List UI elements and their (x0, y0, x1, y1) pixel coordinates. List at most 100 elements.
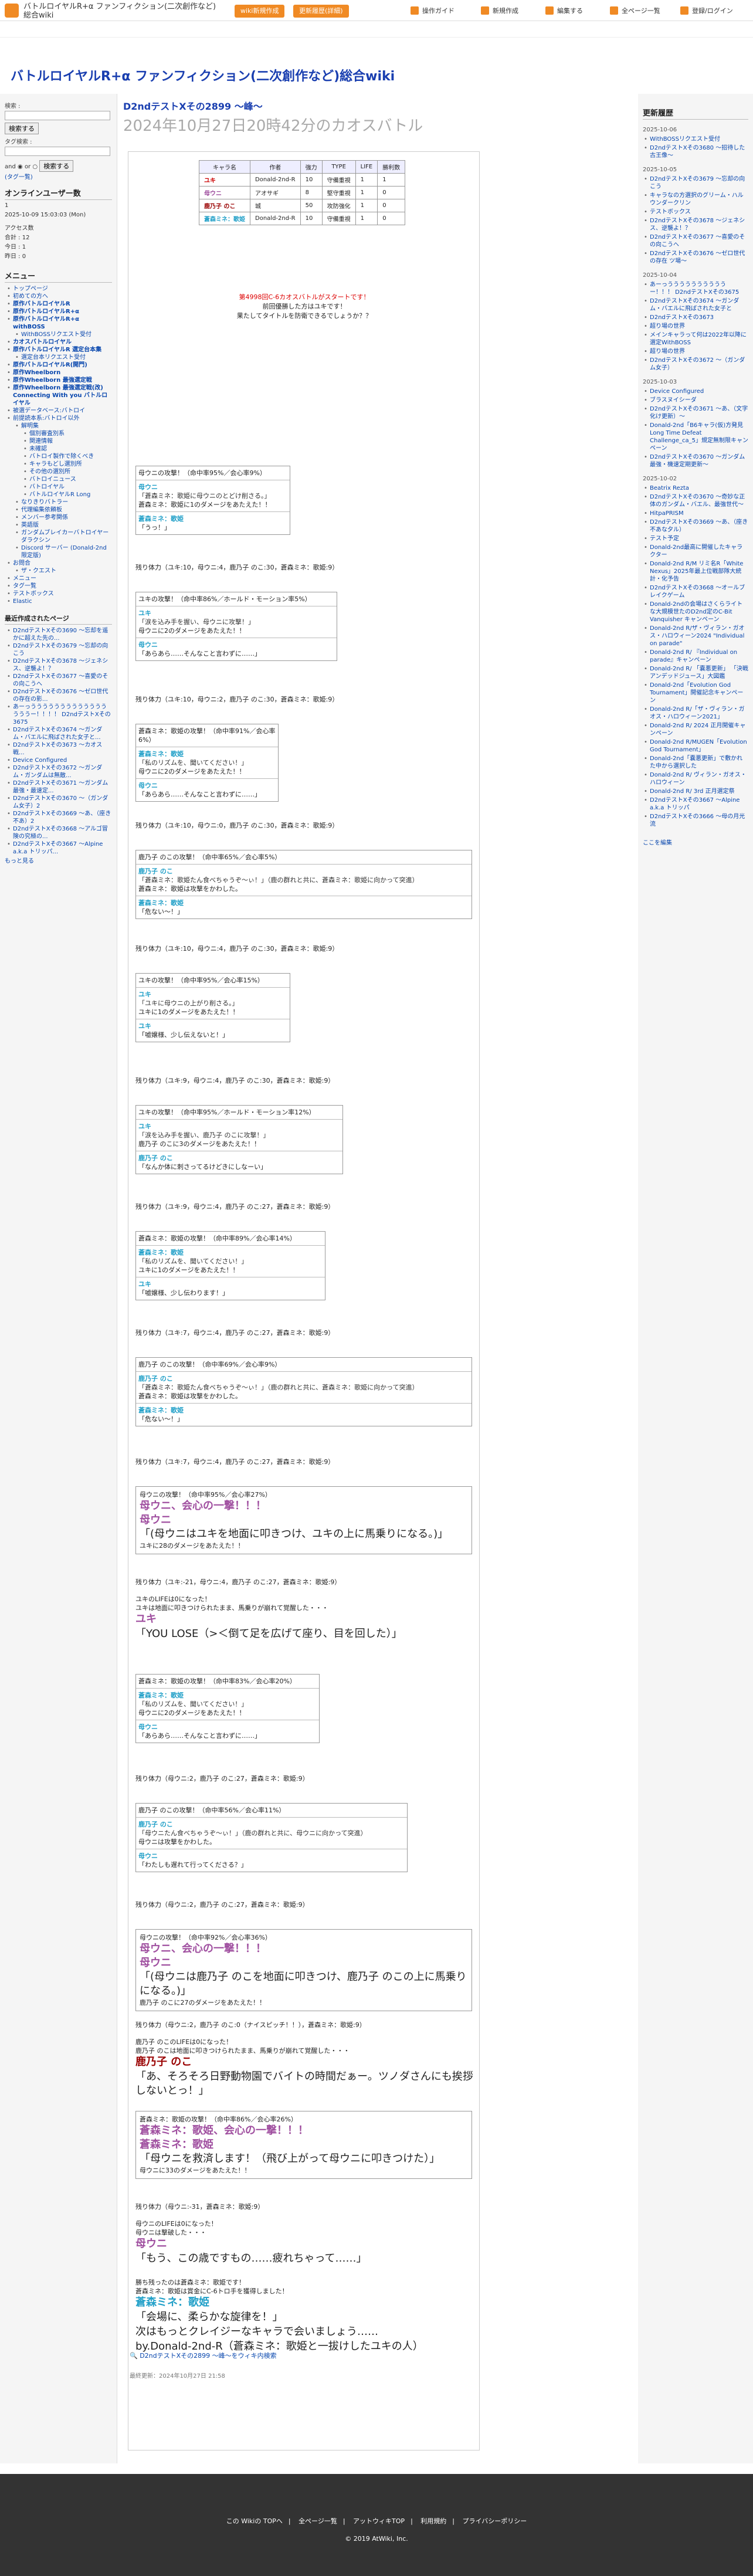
update-item-link[interactable]: あーっううううううううううー！！！ D2ndテストXその3675 (650, 282, 739, 296)
menu-item-link[interactable]: WithBOSSリクエスト受付 (21, 331, 91, 338)
menu-item-link[interactable]: 代理編集依頼板 (21, 507, 62, 513)
update-item-link[interactable]: D2ndテストXその3678 ～ジェネシス、逆襲よ！？ (650, 218, 745, 232)
menu-item-link[interactable]: テストボックス (13, 591, 54, 597)
menu-item-link[interactable]: 原作Wheelborn (13, 370, 60, 376)
footer-link-terms[interactable]: 利用規約 (420, 2517, 446, 2525)
menu-item-link[interactable]: カオスバトルロイヤル (13, 339, 72, 345)
update-item-link[interactable]: キャラなの方選択のグリーム・ハルウンダークリン (650, 192, 744, 206)
menu-item-link[interactable]: 被選データベース:バトロイ (13, 408, 85, 414)
atwiki-logo-icon[interactable] (5, 4, 19, 18)
update-item-link[interactable]: D2ndテストXその3673 (650, 314, 714, 321)
recent-page-link[interactable]: D2ndテストXその3674 ～ガンダム・バエルに飛ばされた女子と... (13, 727, 102, 741)
all-pages-link[interactable]: 全ページ一覧 (610, 5, 660, 18)
tag-list-link[interactable]: (タグ一覧) (5, 174, 33, 181)
menu-item-link[interactable]: メニュー (13, 575, 36, 582)
recent-page-link[interactable]: D2ndテストXその3670 ～（ガンダム女子）2 (13, 795, 108, 809)
update-item-link[interactable]: D2ndテストXその3680 ～招待した古王像～ (650, 145, 745, 159)
menu-item-link[interactable]: 未確認 (29, 446, 47, 452)
menu-item-link[interactable]: メンバー参考関係 (21, 514, 68, 521)
menu-item-link[interactable]: お問合 (13, 560, 30, 567)
recent-page-link[interactable]: D2ndテストXその3676 ～ゼロ世代の存在の影... (13, 689, 108, 703)
menu-item-link[interactable]: 原作バトルロイヤルR+α withBOSS (13, 316, 79, 330)
guide-link[interactable]: 操作ガイド (411, 5, 454, 18)
update-item-link[interactable]: WithBOSSリクエスト受付 (650, 136, 720, 143)
update-item-link[interactable]: Donald-2nd R/ 『Individual on parade』キャンペ… (650, 649, 737, 663)
update-item-link[interactable]: Donald-2nd「嚢悪更新」で敷かれた中から選択した (650, 755, 742, 770)
recent-page-link[interactable]: D2ndテストXその3667 ～Alpine a.k.a トリッパ... (13, 841, 103, 855)
radio-and[interactable]: ◉ (18, 164, 23, 170)
more-link[interactable]: もっと見る (5, 858, 34, 865)
search-input[interactable] (5, 111, 110, 120)
update-item-link[interactable]: メインキャラって何は2022年以降に選定WithBOSS (650, 332, 747, 346)
update-item-link[interactable]: D2ndテストXその3679 ～忘却の向こう (650, 176, 745, 190)
update-item-link[interactable]: HitpaPRISM (650, 510, 684, 517)
menu-item-link[interactable]: Discord サーバー (Donald-2nd限定版) (21, 545, 107, 559)
radio-or[interactable]: ○ (32, 164, 38, 170)
menu-item-link[interactable]: 原作バトルロイヤルR+α (13, 309, 79, 315)
site-title[interactable]: バトルロイヤルR+α ファンフィクション(二次創作など)総合wiki (11, 66, 395, 84)
footer-link-top[interactable]: この Wikiの TOPへ (226, 2517, 283, 2525)
update-item-link[interactable]: D2ndテストXその3676 ～ゼロ世代の存在 ツ場～ (650, 250, 745, 265)
menu-item-link[interactable]: 選定台本リクエスト受付 (21, 354, 86, 361)
search-button[interactable]: 検索する (5, 123, 39, 134)
recent-page-link[interactable]: D2ndテストXその3671 ～ガンダム最強・最速定... (13, 780, 108, 794)
update-item-link[interactable]: D2ndテストXその3670 ～奇妙な正体のガンダム・バエル、最強世代～ (650, 494, 745, 508)
update-item-link[interactable]: D2ndテストXその3671 ～あ、（文字化け更新）～ (650, 406, 748, 420)
new-page-link[interactable]: 新規作成 (481, 5, 518, 18)
update-item-link[interactable]: Donald-2nd「Evolution God Tournament」開催記念… (650, 682, 743, 704)
menu-item-link[interactable]: 初めての方へ (13, 293, 48, 300)
tag-search-button[interactable]: 検索する (39, 160, 74, 172)
recent-page-link[interactable]: D2ndテストXその3679 ～忘却の向こう (13, 643, 108, 657)
update-item-link[interactable]: Donald-2nd R/ ヴィラン・ガオス・ハロウィーン (650, 772, 747, 786)
menu-item-link[interactable]: ザ・クエスト (21, 568, 56, 574)
update-item-link[interactable]: D2ndテストXその3666 ～母の月光流 (650, 814, 745, 828)
menu-item-link[interactable]: 原作バトルロイヤルR(開門) (13, 362, 87, 368)
edit-history-button[interactable]: 更新履歴(詳細) (293, 5, 349, 18)
menu-item-link[interactable]: トップページ (13, 286, 48, 292)
menu-item-link[interactable]: 原作バトルロイヤルR 選定台本集 (13, 347, 101, 353)
menu-item-link[interactable]: キャラもどし選別所 (29, 461, 82, 467)
update-item-link[interactable]: Donald-2ndの会場はさくらライトな大規模世たのD2nd定のC-Bit V… (650, 601, 742, 623)
menu-item-link[interactable]: Elastic (13, 598, 32, 605)
header-site-name[interactable]: バトルロイヤルR+α ファンフィクション(二次創作など)総合wiki (23, 2, 223, 20)
recent-page-link[interactable]: D2ndテストXその3669 ～あ、（座き不あ）2 (13, 811, 111, 825)
edit-sidebar-link[interactable]: ここを編集 (643, 840, 672, 846)
tag-search-input[interactable] (5, 147, 110, 156)
update-item-link[interactable]: テスト予定 (650, 535, 679, 542)
update-item-link[interactable]: Donald-2nd R/ザ・ヴィラン・ガオス・ハロウィーン2024 "Indi… (650, 625, 745, 647)
update-item-link[interactable]: ブラスヌイシーダ (650, 397, 697, 404)
update-item-link[interactable]: D2ndテストXその3672 ～（ガンダム女子） (650, 357, 745, 371)
menu-item-link[interactable]: タグ一覧 (13, 583, 36, 589)
recent-page-link[interactable]: D2ndテストXその3672 ～ガンダム・ガンダムは無敵... (13, 765, 102, 779)
menu-item-link[interactable]: バトロイニュース (29, 476, 76, 483)
menu-item-link[interactable]: 原作バトルロイヤルR (13, 301, 70, 307)
recent-page-link[interactable]: D2ndテストXその3690 ～忘却を遥かに超えた先の... (13, 628, 108, 642)
update-item-link[interactable]: D2ndテストXその3670 ～ガンダム最強・機速定期更新～ (650, 454, 745, 468)
wiki-create-button[interactable]: wiki新規作成 (235, 5, 285, 18)
update-item-link[interactable]: Donald-2nd R/ 3rd 正月選定祭 (650, 788, 735, 795)
update-item-link[interactable]: D2ndテストXその3668 ～オールブレイクゲーム (650, 585, 745, 599)
recent-page-link[interactable]: あーっううううううううううううううううー！！！！ D2ndテストXその3675 (13, 704, 111, 726)
recent-page-link[interactable]: D2ndテストXその3668 ～アルゴ冒険の究極の... (13, 826, 108, 840)
menu-item-link[interactable]: なりきりバトラー (21, 499, 68, 506)
menu-item-link[interactable]: 前提読本系:バトロイ以外 (13, 415, 80, 422)
update-item-link[interactable]: Donald-2nd R/MUGEN「Evolution God Tournam… (650, 739, 747, 753)
recent-page-link[interactable]: D2ndテストXその3673 ～カオス戦... (13, 742, 102, 756)
search-in-wiki-link[interactable]: D2ndテストXその2899 ～峰～をウィキ内検索 (140, 2352, 276, 2360)
update-item-link[interactable]: Donald-2nd R/ 2024 正月開催キャンペーン (650, 723, 745, 737)
update-item-link[interactable]: Donald-2nd R/「ザ・ヴィラン・ガオス・ハロウィーン2021」 (650, 706, 745, 720)
search-link[interactable]: 🔍 D2ndテストXその2899 ～峰～をウィキ内検索 (130, 2351, 277, 2360)
menu-item-link[interactable]: その他の選別所 (29, 469, 70, 475)
menu-item-link[interactable]: 英語版 (21, 522, 39, 528)
footer-link-atwiki[interactable]: アットウィキTOP (353, 2517, 405, 2525)
update-item-link[interactable]: D2ndテストXその3677 ～喜愛のその向こうへ (650, 234, 745, 248)
update-item-link[interactable]: Donald-2nd「B6キャラ(仮)方発見 Long Time Defeat … (650, 422, 748, 452)
recent-page-link[interactable]: D2ndテストXその3678 ～ジェネシス、逆襲よ！？ (13, 658, 108, 672)
footer-link-privacy[interactable]: プライバシーポリシー (462, 2517, 527, 2525)
footer-link-all[interactable]: 全ページ一覧 (299, 2517, 337, 2525)
menu-item-link[interactable]: 関連情報 (29, 438, 53, 445)
update-item-link[interactable]: テストボックス (650, 209, 691, 215)
edit-link[interactable]: 編集する (545, 5, 583, 18)
update-item-link[interactable]: Donald-2nd R/M リミ名R「White Nexus」2025年最上位… (650, 561, 743, 582)
update-item-link[interactable]: D2ndテストXその3667 ～Alpine a.k.a トリッパ (650, 797, 740, 811)
